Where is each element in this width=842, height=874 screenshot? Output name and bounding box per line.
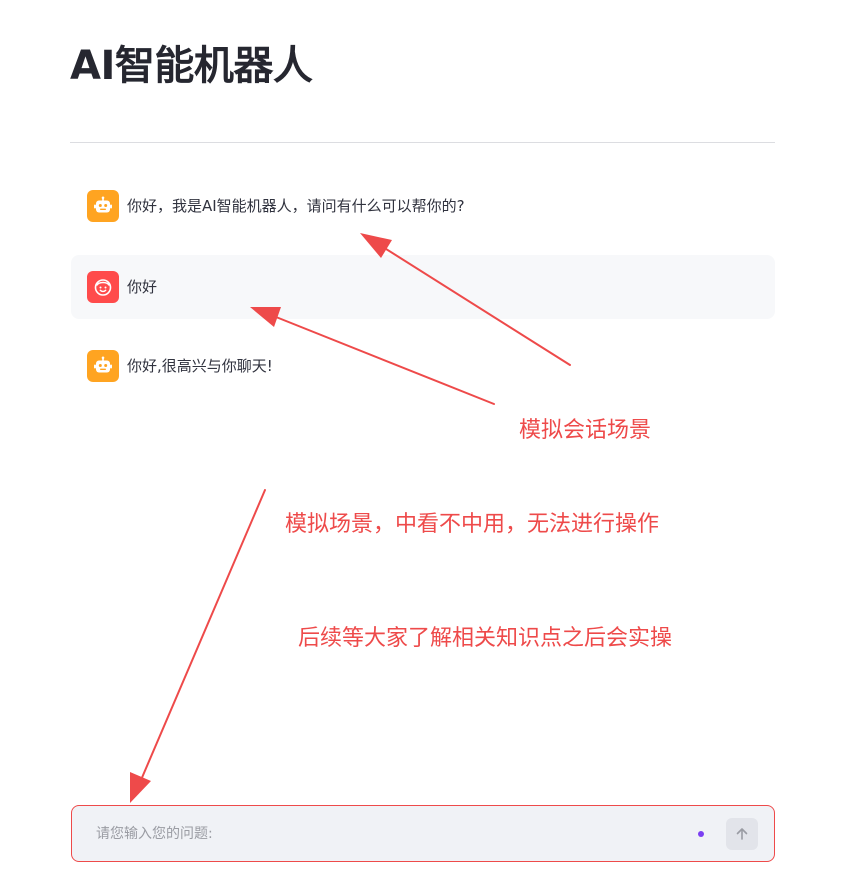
chat-message-user: 你好 [71,255,775,319]
chat-input[interactable] [84,806,708,861]
message-text: 你好 [127,278,158,296]
chat-message-assistant: 你好，我是AI智能机器人，请问有什么可以帮你的? [71,174,775,238]
annotation-arrows [130,233,571,803]
arrow-up-icon [734,826,750,842]
robot-icon [87,190,119,222]
annotation-note: 后续等大家了解相关知识点之后会实操 [298,626,673,651]
message-text: 你好，我是AI智能机器人，请问有什么可以帮你的? [127,197,465,215]
annotation-arrowhead [130,772,151,803]
annotation-note: 模拟会话场景 [519,418,652,443]
message-text: 你好,很高兴与你聊天! [127,357,273,375]
typing-indicator-dot [698,831,704,837]
robot-icon [87,350,119,382]
annotation-note: 模拟场景，中看不中用，无法进行操作 [285,512,660,537]
annotation-arrow [137,489,266,788]
title-divider [70,142,775,143]
page-title: AI智能机器人 [70,43,313,89]
smiley-face-icon [87,271,119,303]
chat-input-container [71,805,775,862]
send-button[interactable] [726,818,758,850]
chat-message-assistant: 你好,很高兴与你聊天! [71,334,775,398]
